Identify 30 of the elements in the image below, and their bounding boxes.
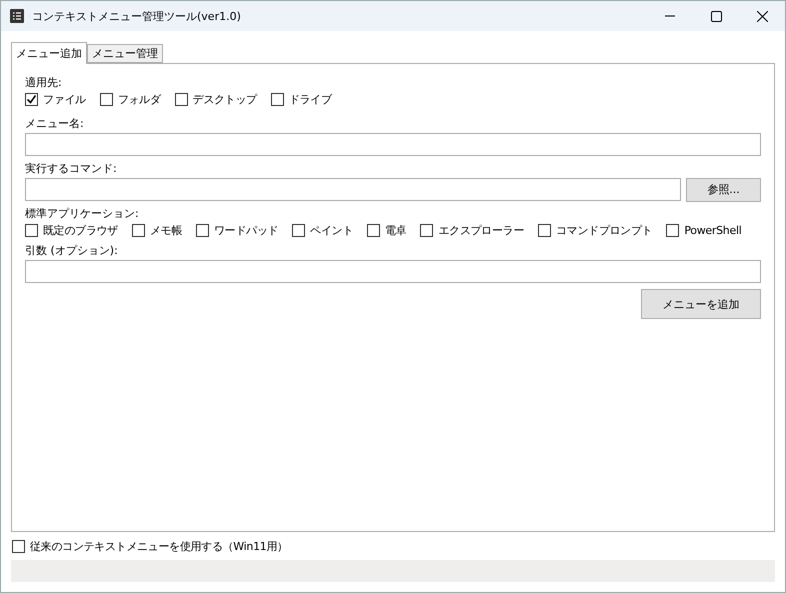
field-label: メニュー名: bbox=[25, 117, 85, 131]
menu-icon bbox=[10, 9, 24, 23]
checkbox[interactable]: メモ帳 bbox=[132, 223, 182, 238]
checkbox[interactable]: ドライブ bbox=[270, 92, 332, 107]
field-label: 実行するコマンド: bbox=[25, 162, 118, 176]
field-label: 適用先: bbox=[25, 76, 63, 90]
input-field[interactable] bbox=[25, 178, 681, 201]
checkbox[interactable]: 従来のコンテキストメニューを使用する（Win11用） bbox=[12, 539, 774, 554]
checkbox[interactable]: 既定のブラウザ bbox=[25, 223, 118, 238]
checkbox[interactable]: エクスプローラー bbox=[420, 223, 524, 238]
window-title: コンテキストメニュー管理ツール(ver1.0) bbox=[32, 8, 241, 24]
checkbox[interactable]: PowerShell bbox=[666, 223, 742, 238]
tab[interactable]: メニュー追加 bbox=[11, 42, 87, 64]
checkbox[interactable]: フォルダ bbox=[100, 92, 161, 107]
tab[interactable]: メニュー管理 bbox=[87, 44, 163, 63]
maximize-icon bbox=[710, 10, 722, 22]
browse-button[interactable]: 参照... bbox=[686, 178, 761, 202]
checkbox[interactable]: コマンドプロンプト bbox=[538, 223, 652, 238]
field-label: 引数 (オプション): bbox=[25, 244, 119, 258]
field-label: 標準アプリケーション: bbox=[25, 207, 140, 221]
checkbox[interactable]: 電卓 bbox=[367, 223, 406, 238]
close-icon bbox=[756, 10, 768, 22]
input-field[interactable] bbox=[25, 260, 761, 283]
checkbox[interactable]: ワードパッド bbox=[196, 223, 278, 238]
checkbox[interactable]: ファイル bbox=[25, 92, 86, 107]
input-field[interactable] bbox=[25, 133, 761, 156]
checkbox[interactable]: デスクトップ bbox=[174, 92, 257, 107]
add-menu-button[interactable]: メニューを追加 bbox=[641, 289, 761, 319]
check-icon bbox=[26, 94, 37, 105]
checkbox[interactable]: ペイント bbox=[292, 223, 354, 238]
